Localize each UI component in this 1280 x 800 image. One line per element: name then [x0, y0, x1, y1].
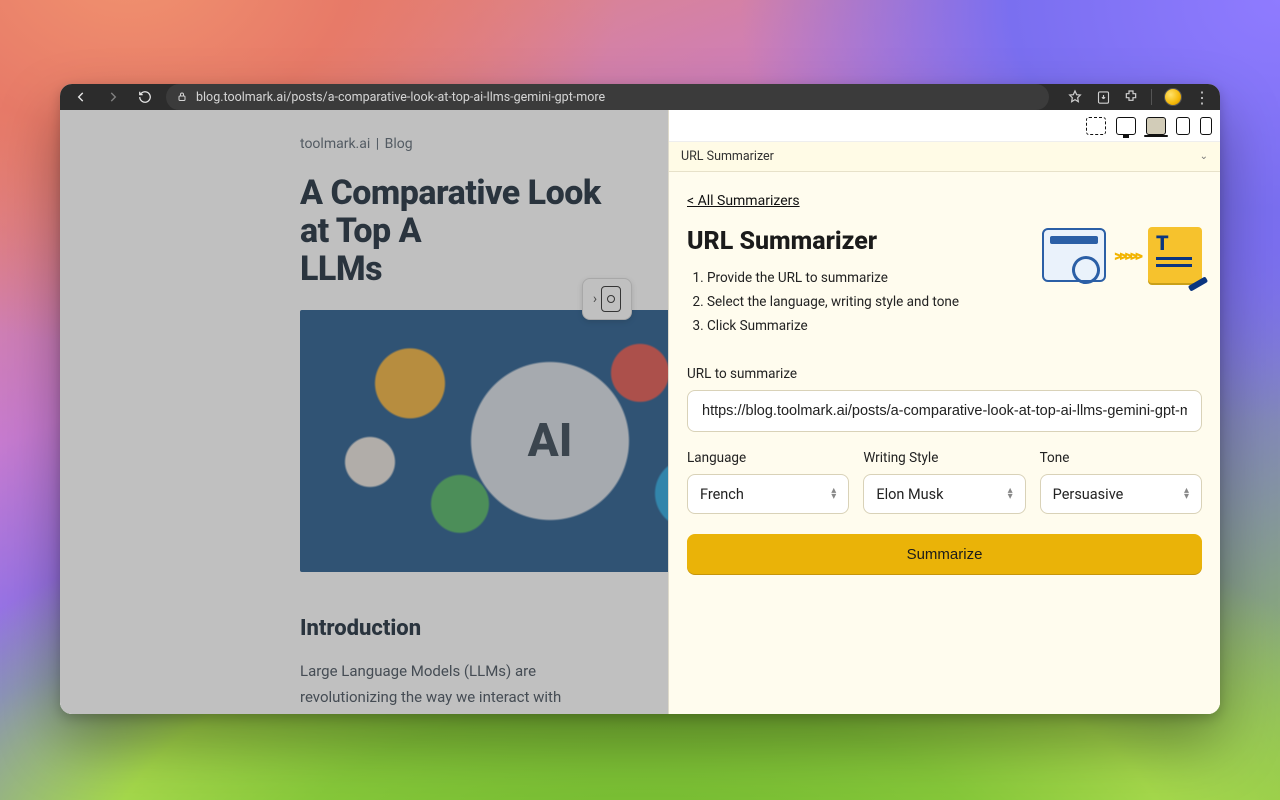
address-bar[interactable]: blog.toolmark.ai/posts/a-comparative-loo… — [166, 84, 1049, 110]
language-value: French — [700, 486, 744, 503]
phone-device-icon[interactable] — [1200, 117, 1212, 135]
summarizer-selector-label: URL Summarizer — [681, 149, 774, 164]
style-value: Elon Musk — [876, 486, 943, 503]
instruction-steps: Provide the URL to summarize Select the … — [689, 266, 1024, 338]
language-label: Language — [687, 450, 849, 466]
section-heading: Introduction — [300, 616, 626, 641]
webpage-link-icon — [1042, 228, 1106, 282]
style-select[interactable]: Elon Musk ▴▾ — [863, 474, 1025, 514]
text-document-icon — [1148, 227, 1202, 283]
sidepanel-toggle[interactable]: › — [582, 278, 632, 320]
page-title: A Comparative Look at Top A LLMs — [300, 174, 626, 288]
profile-avatar[interactable] — [1164, 88, 1182, 106]
breadcrumb-site[interactable]: toolmark.ai — [300, 136, 370, 152]
extensions-icon[interactable] — [1123, 89, 1139, 105]
url-field-label: URL to summarize — [687, 366, 1202, 382]
back-button[interactable] — [70, 86, 92, 108]
chevron-down-icon: ⌄ — [1200, 151, 1208, 162]
hero-image — [300, 310, 668, 572]
select-caret-icon: ▴▾ — [831, 488, 836, 500]
address-bar-url: blog.toolmark.ai/posts/a-comparative-loo… — [196, 90, 605, 105]
web-page: toolmark.ai | Blog A Comparative Look at… — [60, 110, 668, 714]
select-caret-icon: ▴▾ — [1008, 488, 1013, 500]
panel-icon — [601, 286, 621, 312]
reload-button[interactable] — [134, 86, 156, 108]
intro-paragraph: Large Language Models (LLMs) are revolut… — [300, 659, 626, 714]
illustration: >>>>> — [1042, 227, 1202, 283]
desktop-wallpaper: blog.toolmark.ai/posts/a-comparative-loo… — [0, 0, 1280, 800]
toolbar-right: ⋮ — [1067, 88, 1210, 106]
toolbar-divider — [1151, 89, 1152, 105]
browser-window: blog.toolmark.ai/posts/a-comparative-loo… — [60, 84, 1220, 714]
step-item: Select the language, writing style and t… — [707, 290, 1024, 314]
url-input[interactable] — [687, 390, 1202, 432]
tablet-device-icon[interactable] — [1176, 117, 1190, 135]
chevron-right-icon: › — [593, 291, 597, 307]
step-item: Click Summarize — [707, 314, 1024, 338]
summarizer-selector[interactable]: URL Summarizer ⌄ — [669, 142, 1220, 172]
panel-title: URL Summarizer — [687, 227, 1024, 256]
step-item: Provide the URL to summarize — [707, 266, 1024, 290]
language-select[interactable]: French ▴▾ — [687, 474, 849, 514]
install-app-icon[interactable] — [1095, 89, 1111, 105]
device-toolbar — [669, 110, 1220, 142]
breadcrumb: toolmark.ai | Blog — [300, 136, 626, 152]
extension-panel: URL Summarizer ⌄ < All Summarizers URL S… — [668, 110, 1220, 714]
forward-button[interactable] — [102, 86, 124, 108]
summarize-button[interactable]: Summarize — [687, 534, 1202, 574]
site-settings-icon — [176, 91, 188, 103]
desktop-device-icon[interactable] — [1116, 117, 1136, 135]
select-caret-icon: ▴▾ — [1184, 488, 1189, 500]
tone-value: Persuasive — [1053, 486, 1124, 503]
style-label: Writing Style — [863, 450, 1025, 466]
kebab-menu-icon[interactable]: ⋮ — [1194, 89, 1210, 105]
tone-label: Tone — [1040, 450, 1202, 466]
browser-content: toolmark.ai | Blog A Comparative Look at… — [60, 110, 1220, 714]
back-to-summarizers-link[interactable]: < All Summarizers — [687, 193, 800, 209]
laptop-device-icon[interactable] — [1146, 117, 1166, 135]
breadcrumb-section[interactable]: Blog — [385, 136, 413, 152]
fullscreen-icon[interactable] — [1086, 117, 1106, 135]
tone-select[interactable]: Persuasive ▴▾ — [1040, 474, 1202, 514]
arrow-chevrons-icon: >>>>> — [1114, 246, 1140, 265]
browser-toolbar: blog.toolmark.ai/posts/a-comparative-loo… — [60, 84, 1220, 110]
bookmark-star-icon[interactable] — [1067, 89, 1083, 105]
